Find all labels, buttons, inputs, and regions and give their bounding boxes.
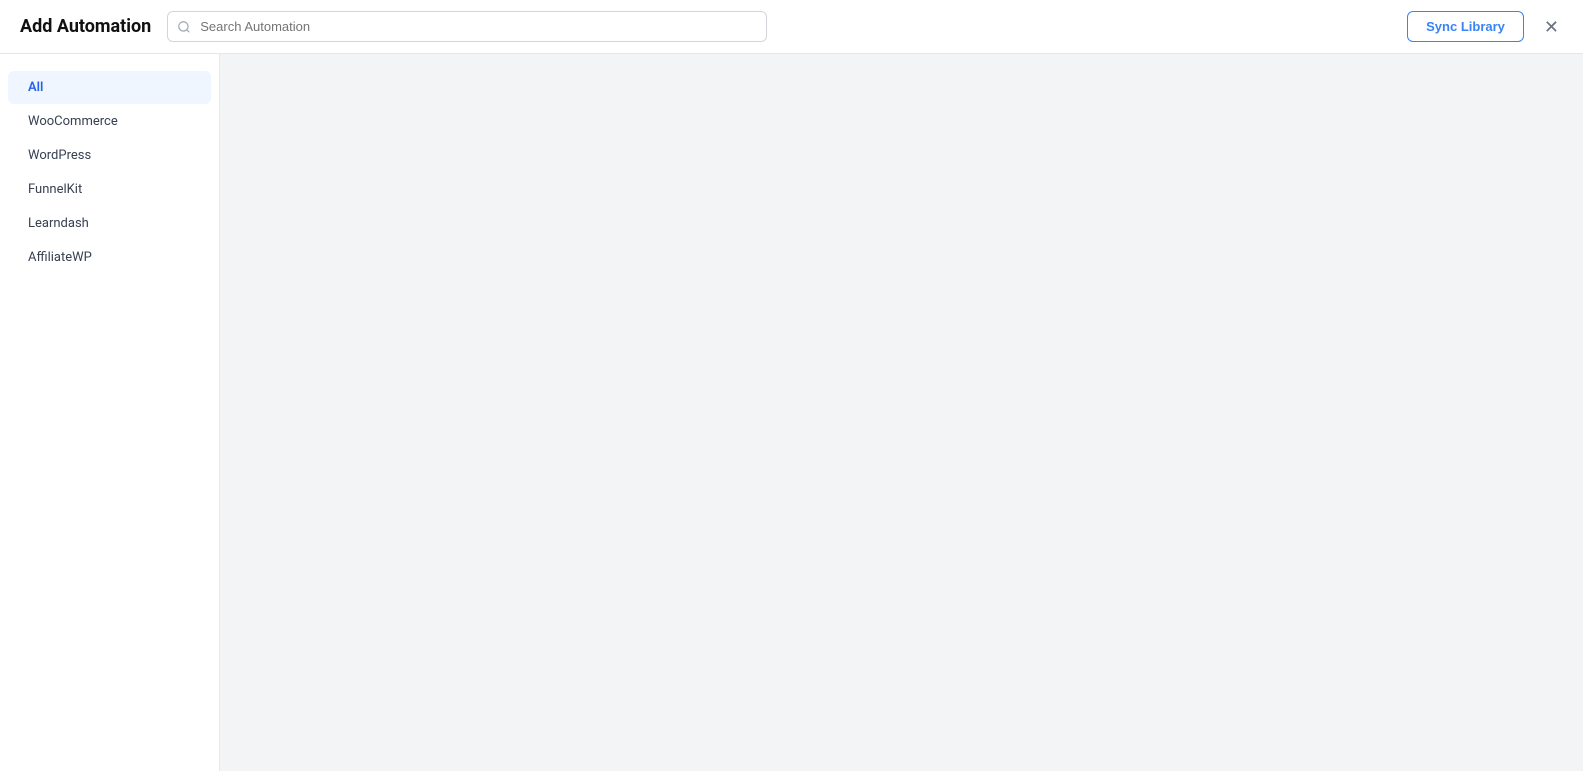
sidebar-item-wordpress[interactable]: WordPress [8,139,211,172]
search-wrapper [167,11,767,42]
sidebar-item-woocommerce[interactable]: WooCommerce [8,105,211,138]
sync-library-button[interactable]: Sync Library [1407,11,1524,42]
sidebar-item-affiliatewp[interactable]: AffiliateWP [8,241,211,274]
sidebar: AllWooCommerceWordPressFunnelKitLearndas… [0,54,220,771]
header: Add Automation Sync Library ✕ [0,0,1583,54]
search-input[interactable] [167,11,767,42]
sidebar-item-funnelkit[interactable]: FunnelKit [8,173,211,206]
search-icon [177,20,191,34]
main-layout: AllWooCommerceWordPressFunnelKitLearndas… [0,54,1583,771]
page-title: Add Automation [20,16,151,37]
main-content [220,54,1583,771]
close-button[interactable]: ✕ [1540,14,1563,40]
sidebar-item-learndash[interactable]: Learndash [8,207,211,240]
sidebar-item-all[interactable]: All [8,71,211,104]
